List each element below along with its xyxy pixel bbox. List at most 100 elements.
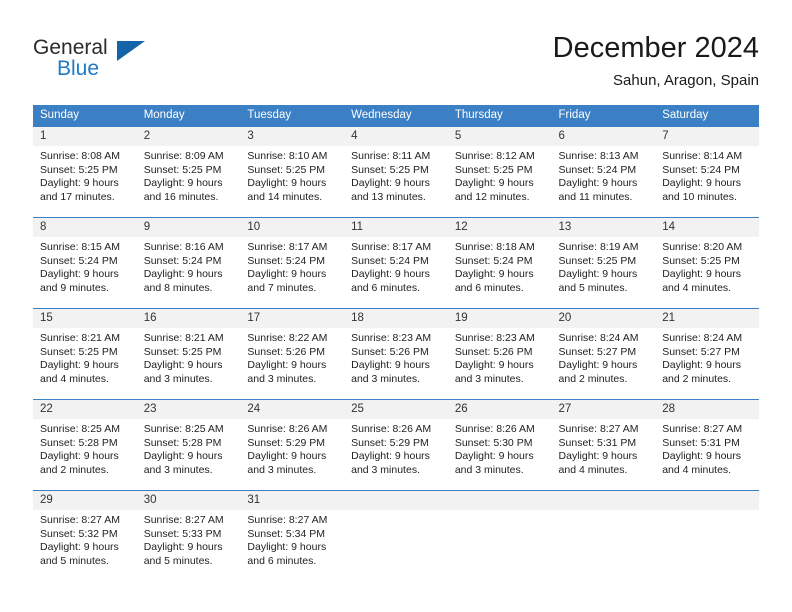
sunrise-time: Sunrise: 8:27 AM <box>247 514 328 526</box>
week-row: 22 Sunrise: 8:25 AM Sunset: 5:28 PM Dayligh… <box>33 399 759 491</box>
day-cell[interactable]: 25 Sunrise: 8:26 AM Sunset: 5:29 PM Dayligh… <box>344 399 448 491</box>
daylight-duration-line2: and 2 minutes. <box>558 372 628 385</box>
sunrise-time: Sunrise: 8:24 AM <box>662 332 743 344</box>
day-cell[interactable]: 7 Sunrise: 8:14 AM Sunset: 5:24 PM Daylight… <box>655 126 759 218</box>
day-cell[interactable]: 1 Sunrise: 8:08 AM Sunset: 5:25 PM Daylight… <box>33 126 137 218</box>
daylight-duration-line1: Daylight: 9 hours <box>558 268 638 281</box>
day-cell[interactable]: 13 Sunrise: 8:19 AM Sunset: 5:25 PM Dayligh… <box>551 217 656 309</box>
day-number: 29 <box>33 491 137 510</box>
sunrise-time: Sunrise: 8:10 AM <box>247 150 328 162</box>
day-cell[interactable]: 17 Sunrise: 8:22 AM Sunset: 5:26 PM Dayligh… <box>240 308 345 400</box>
day-details: Sunrise: 8:22 AM Sunset: 5:26 PM Daylight:… <box>240 328 344 386</box>
day-number: 16 <box>136 309 241 328</box>
sunset-time: Sunset: 5:31 PM <box>558 436 637 449</box>
day-cell[interactable]: 27 Sunrise: 8:27 AM Sunset: 5:31 PM Dayligh… <box>551 399 656 491</box>
daylight-duration-line1: Daylight: 9 hours <box>351 177 430 190</box>
day-details: Sunrise: 8:26 AM Sunset: 5:30 PM Daylight:… <box>448 419 552 477</box>
day-cell[interactable]: 24 Sunrise: 8:26 AM Sunset: 5:29 PM Dayligh… <box>240 399 345 491</box>
day-cell[interactable]: 11 Sunrise: 8:17 AM Sunset: 5:24 PM Dayligh… <box>344 217 448 309</box>
day-details: Sunrise: 8:18 AM Sunset: 5:24 PM Daylight:… <box>448 237 552 295</box>
day-number: 13 <box>551 218 656 237</box>
day-cell[interactable]: 18 Sunrise: 8:23 AM Sunset: 5:26 PM Dayligh… <box>344 308 448 400</box>
day-cell[interactable]: 9 Sunrise: 8:16 AM Sunset: 5:24 PM Daylight… <box>136 217 241 309</box>
day-details: Sunrise: 8:21 AM Sunset: 5:25 PM Daylight:… <box>137 328 241 386</box>
sunset-time: Sunset: 5:30 PM <box>454 436 533 449</box>
sunrise-time: Sunrise: 8:27 AM <box>143 514 224 526</box>
day-cell[interactable]: 4 Sunrise: 8:11 AM Sunset: 5:25 PM Daylight… <box>344 126 448 218</box>
day-details: Sunrise: 8:27 AM Sunset: 5:34 PM Daylight:… <box>240 510 344 568</box>
calendar-grid: Sunday Monday Tuesday Wednesday Thursday… <box>33 105 759 581</box>
day-cell[interactable]: 22 Sunrise: 8:25 AM Sunset: 5:28 PM Dayligh… <box>33 399 137 491</box>
day-cell[interactable]: 16 Sunrise: 8:21 AM Sunset: 5:25 PM Dayligh… <box>136 308 241 400</box>
day-number: 9 <box>136 218 241 237</box>
sunrise-time: Sunrise: 8:08 AM <box>40 150 120 162</box>
day-number: 10 <box>240 218 345 237</box>
day-cell[interactable]: 19 Sunrise: 8:23 AM Sunset: 5:26 PM Dayligh… <box>447 308 552 400</box>
daylight-duration-line2: and 5 minutes. <box>143 554 213 567</box>
day-details: Sunrise: 8:11 AM Sunset: 5:25 PM Daylight:… <box>344 146 448 204</box>
daylight-duration-line2: and 3 minutes. <box>247 463 317 476</box>
day-details: Sunrise: 8:17 AM Sunset: 5:24 PM Daylight:… <box>240 237 344 295</box>
day-cell[interactable]: 28 Sunrise: 8:27 AM Sunset: 5:31 PM Dayligh… <box>655 399 759 491</box>
day-cell[interactable]: 31 Sunrise: 8:27 AM Sunset: 5:34 PM Dayligh… <box>240 490 345 581</box>
day-cell[interactable]: 30 Sunrise: 8:27 AM Sunset: 5:33 PM Dayligh… <box>136 490 241 581</box>
day-details: Sunrise: 8:25 AM Sunset: 5:28 PM Daylight:… <box>137 419 241 477</box>
logo-triangle-icon <box>117 41 145 61</box>
sunset-time: Sunset: 5:25 PM <box>454 163 533 176</box>
sunset-time: Sunset: 5:24 PM <box>351 254 429 267</box>
day-cell[interactable]: 29 Sunrise: 8:27 AM Sunset: 5:32 PM Dayligh… <box>33 490 137 581</box>
day-cell[interactable]: 2 Sunrise: 8:09 AM Sunset: 5:25 PM Daylight… <box>136 126 241 218</box>
week-row: 15 Sunrise: 8:21 AM Sunset: 5:25 PM Dayligh… <box>33 308 759 400</box>
day-cell[interactable]: 10 Sunrise: 8:17 AM Sunset: 5:24 PM Dayligh… <box>240 217 345 309</box>
daylight-duration-line2: and 6 minutes. <box>247 554 317 567</box>
day-number: 18 <box>344 309 448 328</box>
sunrise-time: Sunrise: 8:14 AM <box>662 150 743 162</box>
day-cell[interactable]: 3 Sunrise: 8:10 AM Sunset: 5:25 PM Daylight… <box>240 126 345 218</box>
sunrise-time: Sunrise: 8:17 AM <box>351 241 432 253</box>
day-number: 6 <box>551 127 656 146</box>
day-cell[interactable]: 14 Sunrise: 8:20 AM Sunset: 5:25 PM Dayligh… <box>655 217 759 309</box>
daylight-duration-line1: Daylight: 9 hours <box>558 450 638 463</box>
daylight-duration-line1: Daylight: 9 hours <box>143 177 223 190</box>
daylight-duration-line1: Daylight: 9 hours <box>143 359 223 372</box>
day-number: 15 <box>33 309 137 328</box>
day-number: 4 <box>344 127 448 146</box>
daylight-duration-line1: Daylight: 9 hours <box>247 450 327 463</box>
daylight-duration-line2: and 7 minutes. <box>247 281 317 294</box>
daylight-duration-line1: Daylight: 9 hours <box>558 177 638 190</box>
sunset-time: Sunset: 5:24 PM <box>40 254 118 267</box>
day-cell[interactable]: 8 Sunrise: 8:15 AM Sunset: 5:24 PM Daylight… <box>33 217 137 309</box>
day-number: 20 <box>551 309 656 328</box>
day-cell[interactable]: 5 Sunrise: 8:12 AM Sunset: 5:25 PM Daylight… <box>447 126 552 218</box>
day-cell[interactable]: 15 Sunrise: 8:21 AM Sunset: 5:25 PM Dayligh… <box>33 308 137 400</box>
day-cell[interactable]: 12 Sunrise: 8:18 AM Sunset: 5:24 PM Dayligh… <box>447 217 552 309</box>
sunrise-time: Sunrise: 8:26 AM <box>351 423 432 435</box>
general-blue-logo[interactable]: General Blue <box>33 36 213 92</box>
day-cell[interactable]: 23 Sunrise: 8:25 AM Sunset: 5:28 PM Dayligh… <box>136 399 241 491</box>
sunrise-time: Sunrise: 8:27 AM <box>40 514 120 526</box>
day-number: 28 <box>655 400 759 419</box>
day-details: Sunrise: 8:27 AM Sunset: 5:33 PM Daylight:… <box>137 510 241 568</box>
daylight-duration-line1: Daylight: 9 hours <box>143 450 223 463</box>
day-number: 30 <box>136 491 241 510</box>
sunset-time: Sunset: 5:25 PM <box>40 163 118 176</box>
day-number: 11 <box>344 218 448 237</box>
day-details: Sunrise: 8:21 AM Sunset: 5:25 PM Daylight:… <box>33 328 137 386</box>
day-cell[interactable]: 26 Sunrise: 8:26 AM Sunset: 5:30 PM Dayligh… <box>447 399 552 491</box>
day-cell[interactable]: 21 Sunrise: 8:24 AM Sunset: 5:27 PM Dayligh… <box>655 308 759 400</box>
logo-text-blue: Blue <box>57 57 100 80</box>
sunrise-time: Sunrise: 8:23 AM <box>351 332 432 344</box>
sunrise-time: Sunrise: 8:11 AM <box>351 150 431 162</box>
day-cell[interactable]: 20 Sunrise: 8:24 AM Sunset: 5:27 PM Dayligh… <box>551 308 656 400</box>
daylight-duration-line2: and 5 minutes. <box>558 281 628 294</box>
sunrise-time: Sunrise: 8:17 AM <box>247 241 328 253</box>
day-cell[interactable]: 6 Sunrise: 8:13 AM Sunset: 5:24 PM Daylight… <box>551 126 656 218</box>
day-details: Sunrise: 8:13 AM Sunset: 5:24 PM Daylight:… <box>552 146 656 204</box>
daylight-duration-line1: Daylight: 9 hours <box>351 359 430 372</box>
daylight-duration-line2: and 10 minutes. <box>662 190 737 203</box>
day-cell-empty <box>551 490 656 581</box>
day-number: 7 <box>655 127 759 146</box>
daylight-duration-line2: and 9 minutes. <box>40 281 109 294</box>
sunset-time: Sunset: 5:24 PM <box>143 254 222 267</box>
daylight-duration-line2: and 2 minutes. <box>662 372 732 385</box>
